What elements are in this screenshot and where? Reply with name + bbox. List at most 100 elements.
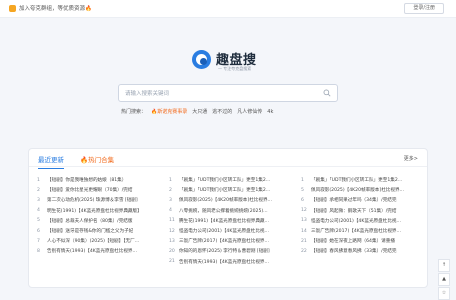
- list-item-title: 「剧集」「UDT我们小区转工队」更至1集2...: [179, 178, 271, 184]
- group-icon: [9, 4, 16, 12]
- list-item[interactable]: 1 【短剧】你是我唯独想的姑娘（81集）: [37, 175, 159, 185]
- list-item-number: 2: [37, 187, 40, 193]
- list-item-title: 三饭广告牌(2017)【4K蓝光原盘杜比视界...: [179, 239, 269, 245]
- updates-panel: 最近更新 🔥热门合集 更多> 1 【短剧】你是我唯独想的姑娘（81集） 2 【短剧】爱…: [28, 148, 428, 288]
- list-item-number: 3: [37, 197, 40, 203]
- list-item[interactable]: 2 【短剧】爱你比星光更耀眼（70集）/完结: [37, 185, 159, 195]
- search-box: [118, 84, 338, 102]
- list-item[interactable]: 5 【短剧】总裁夫人保护名（80集）/完结版: [37, 216, 159, 226]
- list-item[interactable]: 20 你知的的恩怀(2025) 李行特＆曹碧刚 [短剧]: [169, 246, 291, 256]
- list-item-number: 14: [301, 228, 307, 234]
- list-item-title: 明生花(1991)【4K蓝光原盘杜比视界典藏版】: [47, 208, 142, 214]
- list-item-number: 12: [169, 228, 175, 234]
- list-item-title: 怪盗电力公司(2001)【4K蓝光原盘杜比视...: [311, 218, 401, 224]
- list-item-number: 1: [169, 177, 172, 183]
- list-item[interactable]: 6 【短剧】承相同果过年吗（34集）/完结完: [301, 195, 423, 205]
- list-item[interactable]: 3 第二次心动危机(2025) 珠源博＆李雪 [短剧]: [37, 195, 159, 205]
- tab-hot-collection[interactable]: 🔥热门合集: [80, 154, 114, 164]
- list-item-title: 你知的的恩怀(2025) 李行特＆曹碧刚 [短剧]: [179, 249, 270, 255]
- list-item-number: 5: [301, 187, 304, 193]
- float-button-up[interactable]: ▲: [438, 273, 450, 286]
- list-item-title: 告别有情天(1993)【4K蓝光原盘杜比视界...: [47, 249, 137, 255]
- list-item-title: 【短剧】送牙是存钱&你的门槛之父为子妃: [47, 229, 134, 235]
- list-item-number: 20: [169, 248, 175, 254]
- list-item-title: 佩风寂影(2025)【4K20帧率版本]杜比视界...: [179, 198, 272, 204]
- list-item-title: 【短剧】承相同果过年吗（34集）/完结完: [311, 198, 397, 204]
- list-item-number: 6: [37, 228, 40, 234]
- list-item-title: 佩风寂影(2025)【4K20帧率版本]杜比视界...: [311, 188, 404, 194]
- list-item-number: 2: [169, 187, 172, 193]
- list-item[interactable]: 12 怪盗电力公司(2001)【4K蓝光原盘杜比视...: [169, 226, 291, 236]
- login-button[interactable]: 登录/注册: [404, 3, 444, 14]
- site-logo[interactable]: 趣盘搜 — 专注夸克盘搜索: [192, 48, 272, 74]
- hot-search-item[interactable]: 逃不过的: [212, 108, 232, 115]
- list-item[interactable]: 14 三饭广告牌(2017)【4K蓝光原盘杜比视界...: [301, 226, 423, 236]
- list-item-number: 22: [301, 248, 307, 254]
- update-column-2: 1 「剧集」「UDT我们小区转工队」更至1集2... 2 「剧集」「UDT我们小区转工…: [169, 175, 291, 267]
- hot-search-item[interactable]: 🔥斯诺克赛事录: [151, 108, 187, 115]
- list-item[interactable]: 1 「剧集」「UDT我们小区转工队」更至1集2...: [301, 175, 423, 185]
- list-item-number: 13: [301, 218, 307, 224]
- top-bar: 加入夸克群组，等优质资源🔥 登录/注册: [0, 0, 456, 18]
- list-item-title: 【短剧】风起微：鹅歌天下（51集）/完结: [311, 208, 397, 214]
- hot-searches-label: 热门搜索：: [121, 109, 147, 115]
- list-item[interactable]: 21 【短剧】她在深夜上路网（64集）请重播: [301, 236, 423, 246]
- list-item[interactable]: 4 明生花(1991)【4K蓝光原盘杜比视界典藏版】: [37, 206, 159, 216]
- update-column-1: 1 【短剧】你是我唯独想的姑娘（81集） 2 【短剧】爱你比星光更耀眼（70集）/完结…: [37, 175, 159, 267]
- list-item-title: 腾生花(1991)【4K蓝光原盘杜比视界典藏...: [179, 218, 269, 224]
- list-item[interactable]: 21 告别有情天(1993)【4K蓝光原盘杜比视界...: [169, 257, 291, 267]
- list-item-title: 第二次心动危机(2025) 珠源博＆李雪 [短剧]: [47, 198, 138, 204]
- float-button-fav[interactable]: ☆: [438, 287, 450, 300]
- list-item-number: 11: [169, 218, 175, 224]
- more-link[interactable]: 更多>: [404, 155, 418, 162]
- list-item[interactable]: 4 八零挑婉，随风老公撑着挑婉挑婉(2025)...: [169, 206, 291, 216]
- list-item-title: 「剧集」「UDT我们小区转工队」更至1集2...: [311, 178, 403, 184]
- search-icon[interactable]: [323, 89, 331, 97]
- group-notice[interactable]: 加入夸克群组，等优质资源🔥: [9, 4, 92, 12]
- panel-tabs: 最近更新 🔥热门合集 更多>: [29, 149, 427, 169]
- hot-search-item[interactable]: 大只通: [192, 108, 207, 115]
- list-item[interactable]: 12 【短剧】风起微：鹅歌天下（51集）/完结: [301, 206, 423, 216]
- list-item[interactable]: 5 佩风寂影(2025)【4K20帧率版本]杜比视界...: [301, 185, 423, 195]
- list-item[interactable]: 11 腾生花(1991)【4K蓝光原盘杜比视界典藏...: [169, 216, 291, 226]
- list-item-title: 【短剧】你是我唯独想的姑娘（81集）: [47, 178, 127, 184]
- list-item[interactable]: 1 「剧集」「UDT我们小区转工队」更至1集2...: [169, 175, 291, 185]
- list-item-title: 【短剧】春风拂意春风拂（33集）/完结完: [311, 249, 397, 255]
- list-item-number: 7: [37, 238, 40, 244]
- list-item-number: 13: [169, 238, 175, 244]
- list-item-number: 3: [169, 197, 172, 203]
- update-column-3: 1 「剧集」「UDT我们小区转工队」更至1集2... 5 佩风寂影(2025)【4K2…: [301, 175, 423, 267]
- tab-recent[interactable]: 最近更新: [38, 154, 64, 169]
- site-slogan: — 专注夸克盘搜索: [218, 66, 252, 71]
- list-item[interactable]: 3 佩风寂影(2025)【4K20帧率版本]杜比视界...: [169, 195, 291, 205]
- list-item-number: 5: [37, 218, 40, 224]
- list-item[interactable]: 8 告别有情天(1993)【4K蓝光原盘杜比视界...: [37, 246, 159, 256]
- float-button-top[interactable]: ↑: [438, 259, 450, 272]
- list-item-title: 【短剧】她在深夜上路网（64集）请重播: [311, 239, 395, 245]
- list-item-number: 1: [37, 177, 40, 183]
- list-item-title: 八零挑婉，随风老公撑着挑婉挑婉(2025)...: [179, 208, 268, 214]
- list-item-title: 「剧集」「UDT我们小区转工队」更至1集2...: [179, 188, 271, 194]
- list-item-title: 【短剧】总裁夫人保护名（80集）/完结版: [47, 218, 133, 224]
- group-notice-text: 加入夸克群组，等优质资源🔥: [19, 6, 92, 12]
- list-item-number: 8: [37, 248, 40, 254]
- search-input[interactable]: [125, 88, 315, 99]
- list-item-number: 4: [37, 208, 40, 214]
- hot-search-item[interactable]: 凡人修仙传: [237, 108, 262, 115]
- list-item-title: 三饭广告牌(2017)【4K蓝光原盘杜比视界...: [311, 229, 401, 235]
- list-item[interactable]: 2 「剧集」「UDT我们小区转工队」更至1集2...: [169, 185, 291, 195]
- list-item-number: 6: [301, 197, 304, 203]
- list-item-title: 告别有情天(1993)【4K蓝光原盘杜比视界...: [179, 259, 269, 265]
- list-item[interactable]: 13 怪盗电力公司(2001)【4K蓝光原盘杜比视...: [301, 216, 423, 226]
- logo-mark-icon: [192, 50, 211, 69]
- hot-search-item[interactable]: 4k: [267, 109, 273, 115]
- list-item[interactable]: 13 三饭广告牌(2017)【4K蓝光原盘杜比视界...: [169, 236, 291, 246]
- list-item[interactable]: 7 人心不似深（90集）(2025)【短剧】【无厂...: [37, 236, 159, 246]
- list-item[interactable]: 6 【短剧】送牙是存钱&你的门槛之父为子妃: [37, 226, 159, 236]
- list-item[interactable]: 22 【短剧】春风拂意春风拂（33集）/完结完: [301, 246, 423, 256]
- list-item-number: 21: [301, 238, 307, 244]
- hot-searches: 热门搜索： 🔥斯诺克赛事录 大只通 逃不过的 凡人修仙传 4k: [121, 108, 273, 116]
- list-item-title: 怪盗电力公司(2001)【4K蓝光原盘杜比视...: [179, 229, 269, 235]
- list-item-number: 21: [169, 259, 175, 265]
- update-columns: 1 【短剧】你是我唯独想的姑娘（81集） 2 【短剧】爱你比星光更耀眼（70集）/完结…: [37, 175, 423, 267]
